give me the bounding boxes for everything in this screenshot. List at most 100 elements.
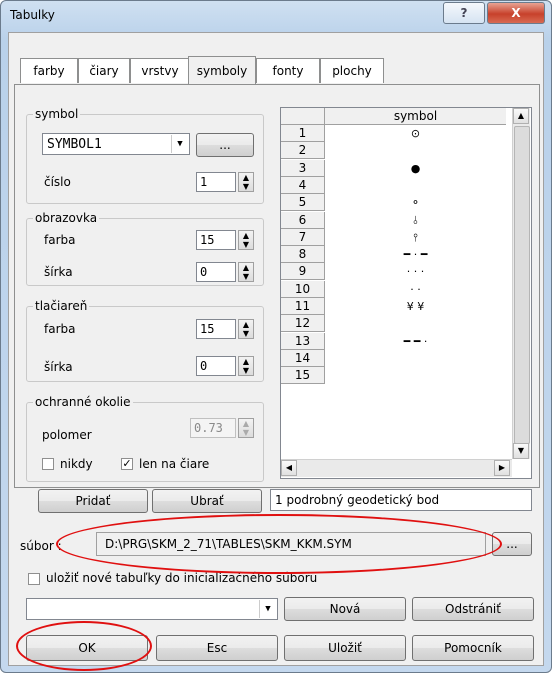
obrazovka-farba-value: 15	[200, 233, 215, 247]
button-label: Uložiť	[328, 641, 362, 655]
grid-row-number[interactable]: 5	[281, 194, 325, 212]
tab-label: čiary	[89, 64, 119, 78]
nikdy-label: nikdy	[60, 457, 93, 471]
symbol-select[interactable]: SYMBOL1 ▼	[42, 133, 190, 155]
button-label: Nová	[329, 602, 361, 616]
odstranit-button[interactable]: Odstrániť	[412, 597, 534, 621]
ubrat-button[interactable]: Ubrať	[152, 489, 262, 513]
scroll-down-icon[interactable]: ▼	[513, 443, 529, 459]
grid-symbol-cell[interactable]	[325, 142, 506, 159]
ok-button-highlight	[16, 621, 152, 671]
grid-row-number[interactable]: 9	[281, 263, 325, 281]
button-label: ...	[219, 138, 231, 152]
esc-button[interactable]: Esc	[156, 635, 278, 661]
grid-symbol-cell[interactable]: ●	[325, 160, 506, 177]
obrazovka-farba-spinner[interactable]: ▲ ▼	[238, 230, 254, 250]
grid-row-number[interactable]: 12	[281, 315, 325, 333]
scroll-right-icon[interactable]: ▶	[494, 460, 510, 476]
grid-symbol-cell[interactable]: ¥ ¥	[325, 298, 506, 315]
group-label: ochranné okolie	[33, 395, 133, 409]
chevron-down-icon[interactable]: ▼	[259, 600, 276, 618]
grid-row-number[interactable]: 2	[281, 142, 325, 160]
symbol-grid[interactable]: symbol 1 ⊙ 2 3 ● 4 5 ⚬ 6 ⫰ 7 ⫯ 8 ━ · ━ 9 · · · 10 · · 11 ¥ …	[280, 107, 532, 479]
tab-fonty[interactable]: fonty	[256, 58, 320, 83]
ulozit-init-checkbox[interactable]	[28, 573, 40, 585]
grid-row-number[interactable]: 15	[281, 367, 325, 385]
grid-row-number[interactable]: 11	[281, 298, 325, 315]
close-icon: X	[511, 6, 521, 20]
tlaciaren-sirka-input[interactable]: 0	[196, 356, 236, 376]
tab-vrstvy[interactable]: vrstvy	[130, 58, 190, 83]
tab-plochy[interactable]: plochy	[320, 58, 384, 83]
vertical-scrollbar[interactable]: ▲ ▼	[512, 108, 530, 459]
grid-row-number[interactable]: 7	[281, 228, 325, 246]
tlaciaren-farba-input[interactable]: 15	[196, 319, 236, 339]
grid-row-number[interactable]: 3	[281, 159, 325, 177]
obrazovka-sirka-value: 0	[200, 265, 208, 279]
nova-button[interactable]: Nová	[284, 597, 406, 621]
description-field[interactable]: 1 podrobný geodetický bod	[270, 489, 532, 511]
scroll-left-icon[interactable]: ◀	[281, 460, 297, 476]
grid-symbol-cell[interactable]: ━ ━ ·	[325, 333, 506, 350]
tab-symboly[interactable]: symboly	[188, 56, 256, 85]
cislo-spinner[interactable]: ▲ ▼	[238, 172, 254, 192]
tlaciaren-sirka-spinner[interactable]: ▲ ▼	[238, 356, 254, 376]
obrazovka-sirka-spinner[interactable]: ▲ ▼	[238, 262, 254, 282]
help-icon: ?	[460, 6, 468, 20]
grid-row-number[interactable]: 10	[281, 280, 325, 298]
scroll-up-icon[interactable]: ▲	[513, 108, 529, 124]
obrazovka-farba-input[interactable]: 15	[196, 230, 236, 250]
grid-row-number[interactable]: 13	[281, 332, 325, 350]
grid-symbol-cell[interactable]	[325, 315, 506, 332]
button-label: Ubrať	[190, 494, 224, 508]
close-button[interactable]: X	[487, 2, 545, 24]
nikdy-checkbox[interactable]	[42, 458, 54, 470]
chevron-down-icon[interactable]: ▼	[171, 135, 188, 153]
tab-ciary[interactable]: čiary	[78, 58, 130, 83]
grid-symbol-cell[interactable]	[325, 177, 506, 194]
grid-symbol-cell[interactable]: · · ·	[325, 263, 506, 280]
grid-symbol-cell[interactable]: ⫰	[325, 212, 506, 229]
tab-label: vrstvy	[141, 64, 179, 78]
len-na-ciare-checkbox[interactable]: ✓	[121, 458, 133, 470]
obrazovka-sirka-input[interactable]: 0	[196, 262, 236, 282]
polomer-spinner[interactable]: ▲ ▼	[238, 418, 254, 438]
polomer-label: polomer	[42, 428, 92, 442]
checkmark-icon: ✓	[122, 457, 132, 470]
table-select[interactable]: ▼	[26, 598, 278, 620]
tlaciaren-farba-spinner[interactable]: ▲ ▼	[238, 319, 254, 339]
grid-symbol-cell[interactable]: ━ · ━	[325, 246, 506, 263]
cislo-value: 1	[200, 175, 208, 189]
tab-label: symboly	[196, 64, 248, 78]
grid-row-number[interactable]: 14	[281, 349, 325, 367]
scroll-thumb[interactable]	[514, 126, 530, 444]
grid-row-number[interactable]: 1	[281, 125, 325, 142]
pridat-button[interactable]: Pridať	[38, 489, 148, 513]
grid-symbol-cell[interactable]	[325, 350, 506, 367]
grid-row-number[interactable]: 4	[281, 176, 325, 194]
horizontal-scrollbar[interactable]: ◀ ▶	[281, 459, 512, 477]
grid-symbol-cell[interactable]: · ·	[325, 281, 506, 298]
cislo-input[interactable]: 1	[196, 172, 236, 192]
grid-row-number[interactable]: 8	[281, 246, 325, 264]
title-bar[interactable]: Tabulky ? X	[1, 1, 551, 33]
window-title: Tabulky	[10, 8, 55, 22]
grid-symbol-cell[interactable]: ⚬	[325, 194, 506, 211]
button-label: Pomocník	[444, 641, 502, 655]
polomer-input[interactable]: 0.73	[190, 418, 236, 438]
cislo-label: číslo	[44, 175, 71, 189]
tab-label: plochy	[332, 64, 372, 78]
grid-symbol-cell[interactable]: ⫯	[325, 229, 506, 246]
tlaciaren-sirka-value: 0	[200, 359, 208, 373]
pomocnik-button[interactable]: Pomocník	[412, 635, 534, 661]
obrazovka-sirka-label: šírka	[44, 265, 73, 279]
grid-symbol-cell[interactable]: ⊙	[325, 125, 506, 142]
grid-row-number[interactable]: 6	[281, 211, 325, 229]
symbol-browse-button[interactable]: ...	[196, 133, 254, 157]
group-label: tlačiareň	[33, 299, 90, 313]
help-button[interactable]: ?	[443, 2, 485, 24]
tlaciaren-farba-value: 15	[200, 322, 215, 336]
grid-symbol-cell[interactable]	[325, 367, 506, 384]
tab-farby[interactable]: farby	[20, 58, 78, 83]
ulozit-button[interactable]: Uložiť	[284, 635, 406, 661]
